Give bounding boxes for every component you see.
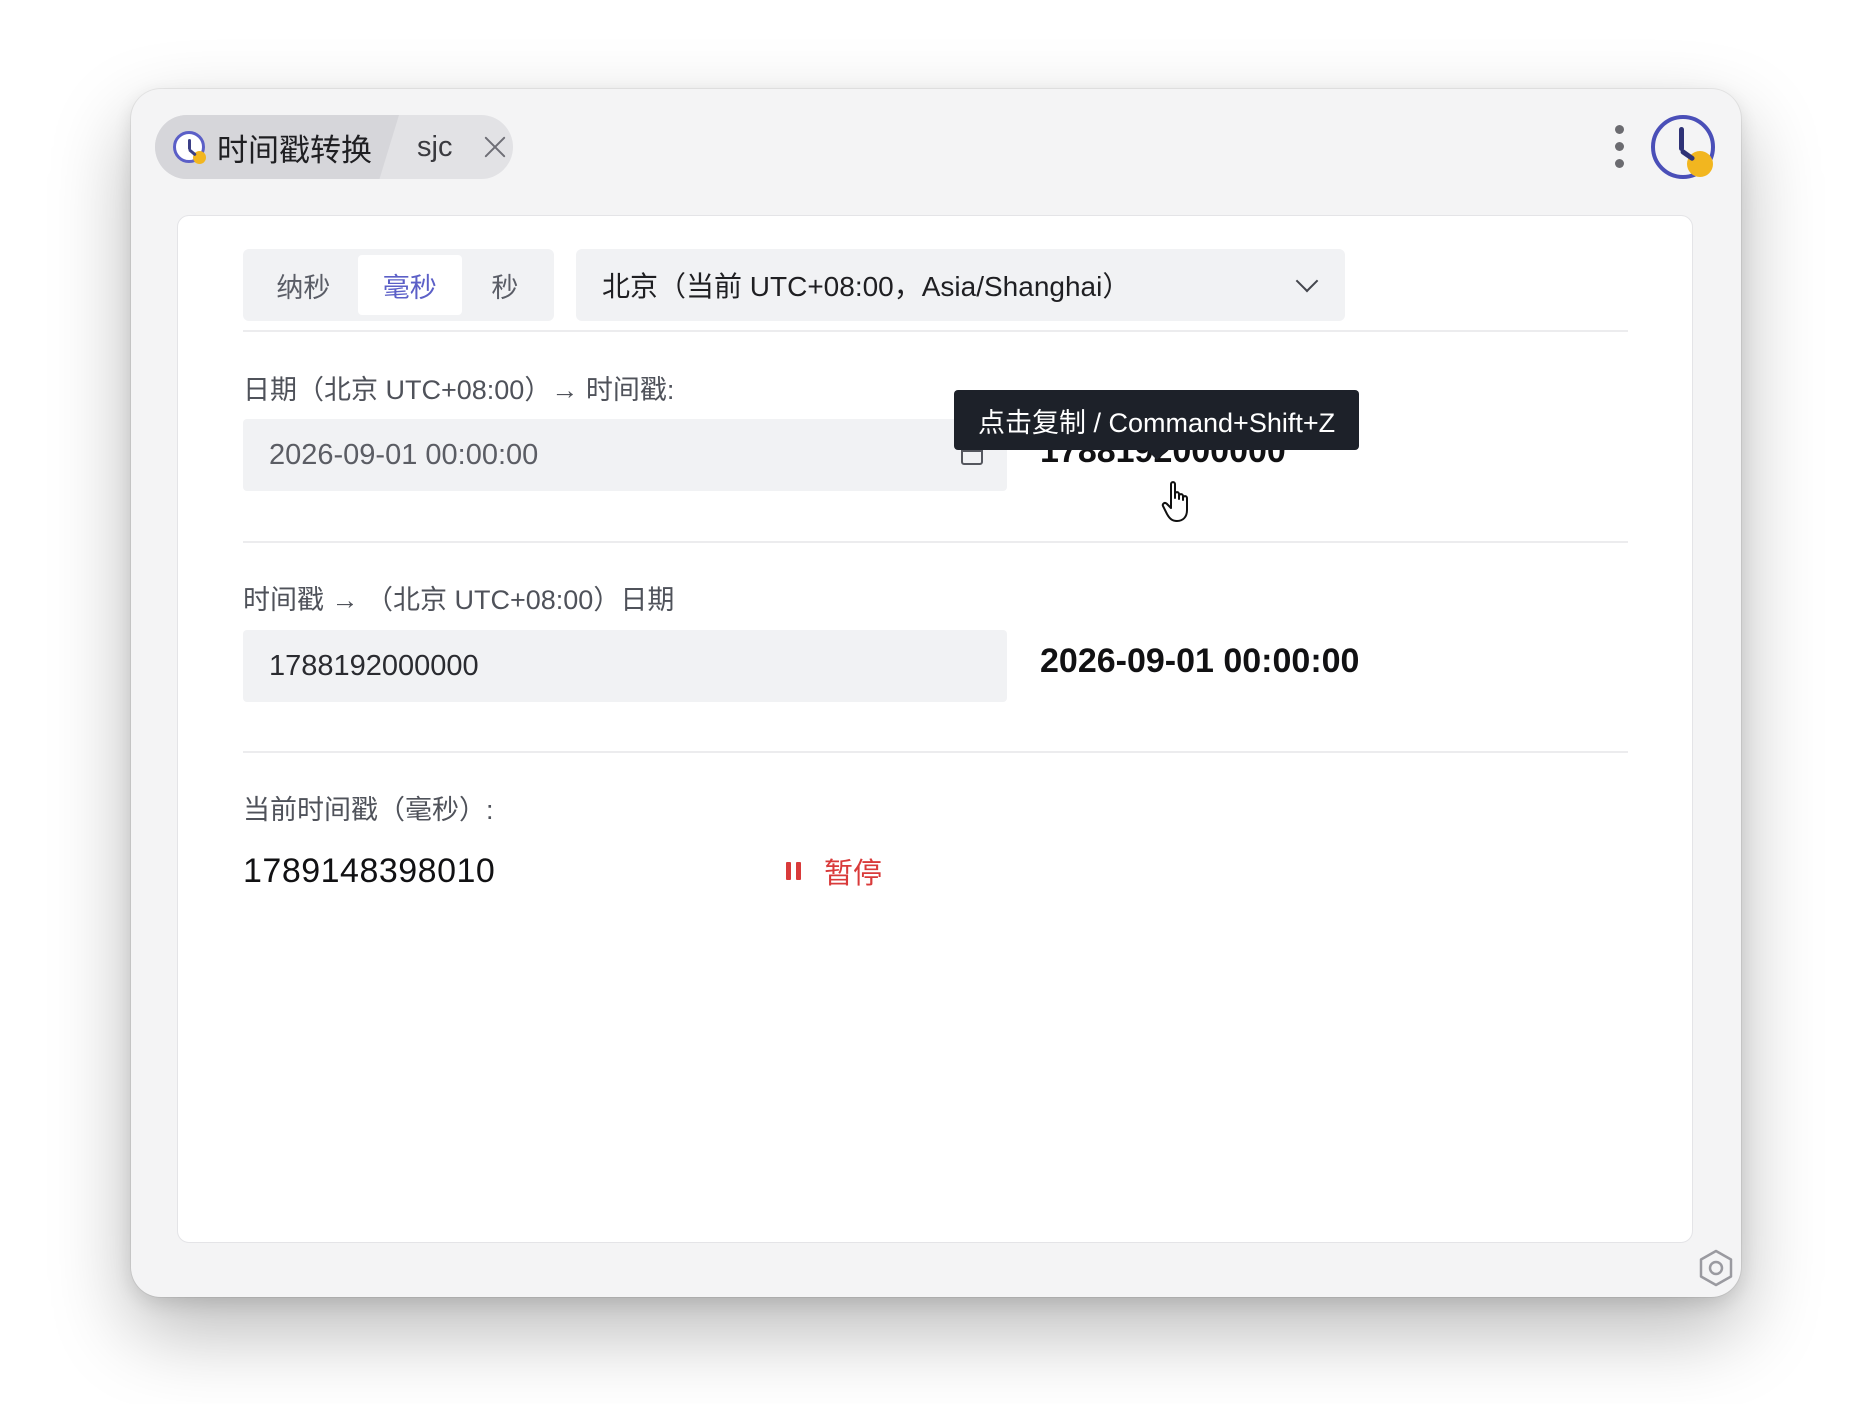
divider [243,751,1628,753]
tab-subtitle: sjc [417,130,453,163]
timestamp-to-date-label: 时间戳 → （北京 UTC+08:00）日期 [243,585,675,615]
pause-icon [786,862,802,880]
timezone-select-value: 北京（当前 UTC+08:00，Asia/Shanghai） [602,271,1131,302]
tab-main[interactable]: 时间戳转换 [155,115,399,179]
divider [243,541,1628,543]
unit-option-second[interactable]: 秒 [462,255,548,315]
unit-segmented-control: 纳秒 毫秒 秒 [243,249,554,321]
settings-icon[interactable] [1697,1249,1735,1287]
pause-button-label: 暂停 [824,858,883,890]
date-to-timestamp-label: 日期（北京 UTC+08:00）→ 时间戳: [243,375,675,405]
app-clock-icon[interactable] [1651,115,1715,179]
copy-tooltip: 点击复制 / Command+Shift+Z [954,390,1360,460]
tab-title: 时间戳转换 [217,132,372,168]
clock-icon [173,131,206,164]
unit-option-millisecond[interactable]: 毫秒 [357,255,462,315]
chevron-down-icon [1295,269,1319,293]
timestamp-input-value: 1788192000000 [269,649,479,682]
timestamp-input[interactable]: 1788192000000 [243,630,1007,702]
hand-pointer-icon [1161,481,1188,522]
pause-button[interactable]: 暂停 [786,850,882,892]
divider [243,330,1628,332]
app-window: 时间戳转换 sjc 纳秒 毫秒 秒 北京（当前 UTC+08:00，Asia/S… [131,89,1741,1297]
unit-option-nanosecond[interactable]: 纳秒 [249,255,358,315]
current-timestamp-value[interactable]: 1789148398010 [243,852,495,891]
close-icon[interactable] [481,133,509,161]
date-input[interactable]: 2026-09-01 00:00:00 [243,419,1007,491]
converter-card: 纳秒 毫秒 秒 北京（当前 UTC+08:00，Asia/Shanghai） 日… [177,215,1693,1243]
date-result[interactable]: 2026-09-01 00:00:00 [1040,642,1359,681]
current-timestamp-label: 当前时间戳（毫秒）: [243,795,494,825]
date-input-value: 2026-09-01 00:00:00 [269,438,539,471]
timezone-select[interactable]: 北京（当前 UTC+08:00，Asia/Shanghai） [576,249,1345,321]
more-vertical-icon[interactable] [1613,125,1627,169]
plugin-tab[interactable]: 时间戳转换 sjc [155,115,513,179]
